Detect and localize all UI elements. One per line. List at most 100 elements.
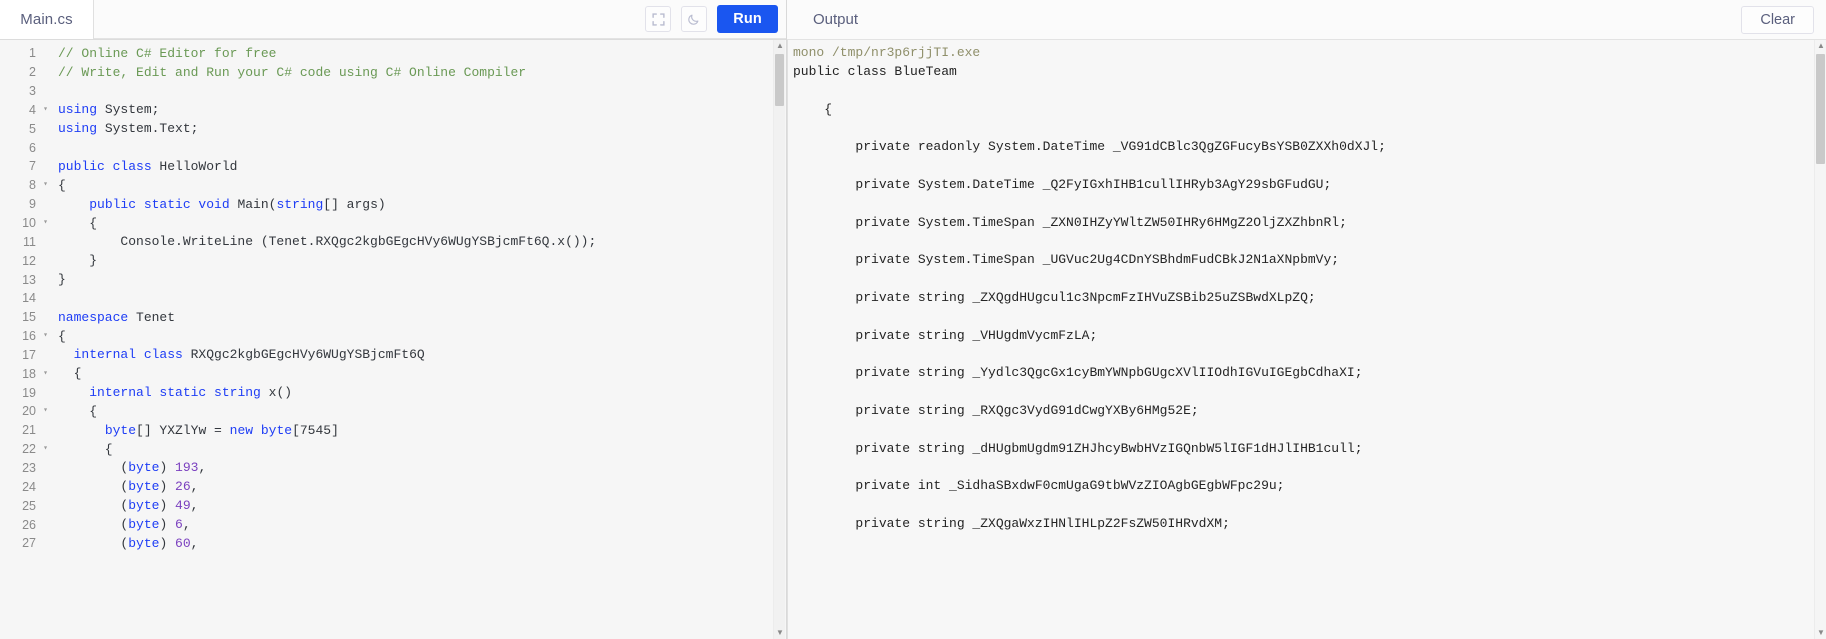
clear-button[interactable]: Clear <box>1741 5 1814 34</box>
code-line: 27 (byte) 60, <box>0 534 786 553</box>
line-number: 1 <box>29 46 36 61</box>
output-scrollbar[interactable]: ▲ ▼ <box>1814 40 1826 639</box>
fold-toggle-icon[interactable]: ▾ <box>40 176 51 194</box>
line-number: 5 <box>29 121 36 136</box>
code-text: (byte) 6, <box>58 517 191 533</box>
csharp-online-compiler: Main.cs Run 1 // Online C# Editor for fr… <box>0 0 1826 639</box>
line-number: 4 <box>29 102 36 117</box>
code-line: 15 namespace Tenet <box>0 308 786 327</box>
line-number: 17 <box>22 347 36 362</box>
line-number: 16 <box>22 329 36 344</box>
output-line: public class BlueTeam <box>793 63 957 79</box>
code-text: { <box>58 441 113 457</box>
dark-mode-button[interactable] <box>681 6 708 32</box>
code-text: (byte) 26, <box>58 479 199 495</box>
code-text: { <box>58 328 66 344</box>
line-number: 3 <box>29 84 36 99</box>
fold-toggle-icon[interactable]: ▾ <box>40 327 51 345</box>
output-toolbar: Output Clear <box>787 0 1826 40</box>
output-console[interactable]: mono /tmp/nr3p6rjjTI.exe public class Blu… <box>787 40 1826 639</box>
code-line: 14 <box>0 289 786 308</box>
code-line: 26 (byte) 6, <box>0 515 786 534</box>
fold-toggle-icon[interactable]: ▾ <box>40 402 51 420</box>
code-text: // Online C# Editor for free <box>58 45 277 61</box>
code-text: (byte) 49, <box>58 498 199 514</box>
line-number: 7 <box>29 159 36 174</box>
code-line: 25 (byte) 49, <box>0 496 786 515</box>
code-line: 21 byte[] YXZlYw = new byte[7545] <box>0 421 786 440</box>
run-button[interactable]: Run <box>717 5 778 33</box>
line-number: 20 <box>22 404 36 419</box>
code-line: 8 ▾ { <box>0 176 786 195</box>
line-number: 15 <box>22 310 36 325</box>
line-number: 8 <box>29 178 36 193</box>
tab-main-cs[interactable]: Main.cs <box>0 0 94 39</box>
code-line: 19 internal static string x() <box>0 383 786 402</box>
scroll-down-icon[interactable]: ▼ <box>774 627 786 639</box>
editor-scroll-thumb[interactable] <box>775 54 784 106</box>
output-line: private readonly System.DateTime _VG91dC… <box>793 139 1386 155</box>
code-text: (byte) 60, <box>58 535 199 551</box>
fold-toggle-icon[interactable]: ▾ <box>40 214 51 232</box>
line-number: 25 <box>22 498 36 513</box>
output-line: private string _ZXQgaWxzIHNlIHLpZ2FsZW50… <box>793 516 1230 532</box>
code-text: // Write, Edit and Run your C# code usin… <box>58 64 527 80</box>
output-line: private string _dHUgbmUgdm91ZHJhcyBwbHVz… <box>793 440 1363 456</box>
run-button-label: Run <box>733 11 762 27</box>
output-line: private string _Yydlc3QgcGx1cyBmYWNpbGUg… <box>793 365 1363 381</box>
output-scroll-up-icon[interactable]: ▲ <box>1815 40 1826 52</box>
fullscreen-button[interactable] <box>645 6 672 32</box>
output-line: private string _VHUgdmVycmFzLA; <box>793 327 1098 343</box>
line-number: 14 <box>22 291 36 306</box>
moon-icon <box>687 12 701 26</box>
output-line: private System.TimeSpan _ZXN0IHZyYWltZW5… <box>793 214 1347 230</box>
editor-scrollbar[interactable]: ▲ ▼ <box>773 40 785 639</box>
code-line: 7 public class HelloWorld <box>0 157 786 176</box>
line-number: 19 <box>22 385 36 400</box>
code-text: byte[] YXZlYw = new byte[7545] <box>104 422 339 438</box>
code-text: } <box>58 272 66 288</box>
fold-toggle-icon[interactable]: ▾ <box>40 365 51 383</box>
fold-toggle-icon[interactable]: ▾ <box>40 101 51 119</box>
line-number: 11 <box>23 234 36 249</box>
output-line: private string _RXQgc3VydG91dCwgYXBy6HMg… <box>793 403 1199 419</box>
fold-toggle-icon[interactable]: ▾ <box>40 440 51 458</box>
scroll-up-icon[interactable]: ▲ <box>774 40 786 52</box>
code-text: using System; <box>58 102 160 118</box>
code-line: 9 public static void Main(string[] args) <box>0 195 786 214</box>
code-editor[interactable]: 1 // Online C# Editor for free 2 // Write, … <box>0 40 786 639</box>
output-scroll-down-icon[interactable]: ▼ <box>1815 627 1826 639</box>
line-number: 13 <box>22 272 36 287</box>
code-line: 18 ▾ { <box>0 364 786 383</box>
code-text: (byte) 193, <box>58 460 207 476</box>
line-number: 23 <box>22 460 36 475</box>
code-line: 2 // Write, Edit and Run your C# code usi… <box>0 63 786 82</box>
code-lines[interactable]: 1 // Online C# Editor for free 2 // Write, … <box>0 40 786 639</box>
output-line: private System.DateTime _Q2FyIGxhIHB1cul… <box>793 176 1332 192</box>
output-line: private string _ZXQgdHUgcul1c3NpcmFzIHVu… <box>793 289 1316 305</box>
clear-button-label: Clear <box>1760 11 1795 28</box>
output-line: { <box>793 101 833 117</box>
code-line: 5 using System.Text; <box>0 119 786 138</box>
code-text: Console.WriteLine (Tenet.RXQgc2kgbGEgcHV… <box>58 234 597 250</box>
line-number: 21 <box>22 423 36 438</box>
code-line: 6 <box>0 138 786 157</box>
code-line: 4 ▾ using System; <box>0 101 786 120</box>
code-line: 12 } <box>0 251 786 270</box>
line-number: 18 <box>22 366 36 381</box>
code-text: internal static string x() <box>89 385 293 401</box>
output-scroll-thumb[interactable] <box>1816 54 1825 164</box>
code-text: { <box>58 177 66 193</box>
output-pane: Output Clear mono /tmp/nr3p6rjjTI.exe pub… <box>787 0 1826 639</box>
code-text: public static void Main(string[] args) <box>89 196 386 212</box>
